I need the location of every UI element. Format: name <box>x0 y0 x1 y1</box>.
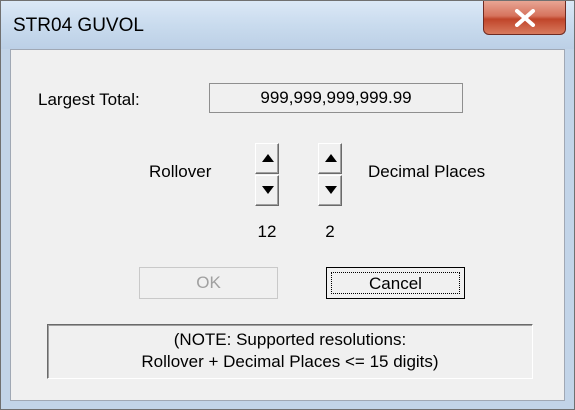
rollover-down-button[interactable] <box>255 175 279 206</box>
cancel-button-label: Cancel <box>331 272 460 294</box>
cancel-button[interactable]: Cancel <box>326 267 465 299</box>
rollover-up-button[interactable] <box>255 143 279 174</box>
close-icon <box>515 9 535 27</box>
close-button[interactable] <box>483 1 566 35</box>
rollover-value: 12 <box>257 222 277 241</box>
title-bar[interactable]: STR04 GUVOL <box>1 1 574 49</box>
dialog-body: Largest Total: 999,999,999,999.99 Rollov… <box>10 49 565 401</box>
dialog-window: STR04 GUVOL Largest Total: 999,999,999,9… <box>0 0 575 410</box>
note-line-1: (NOTE: Supported resolutions: <box>173 330 407 349</box>
triangle-up-icon <box>325 154 337 162</box>
triangle-down-icon <box>262 186 274 194</box>
triangle-up-icon <box>262 154 274 162</box>
ok-button[interactable]: OK <box>139 267 278 299</box>
decimal-places-up-button[interactable] <box>318 143 342 174</box>
decimal-places-down-button[interactable] <box>318 175 342 206</box>
decimal-places-value: 2 <box>325 222 335 241</box>
rollover-label: Rollover <box>149 162 212 181</box>
rollover-spinner <box>255 143 279 207</box>
note-box: (NOTE: Supported resolutions: Rollover +… <box>47 324 533 379</box>
largest-total-label: Largest Total: <box>38 90 140 109</box>
window-title: STR04 GUVOL <box>13 15 144 36</box>
triangle-down-icon <box>325 186 337 194</box>
note-line-2: Rollover + Decimal Places <= 15 digits) <box>141 352 439 371</box>
decimal-places-label: Decimal Places <box>368 162 486 181</box>
largest-total-field: 999,999,999,999.99 <box>209 83 463 113</box>
decimal-places-spinner <box>318 143 342 207</box>
